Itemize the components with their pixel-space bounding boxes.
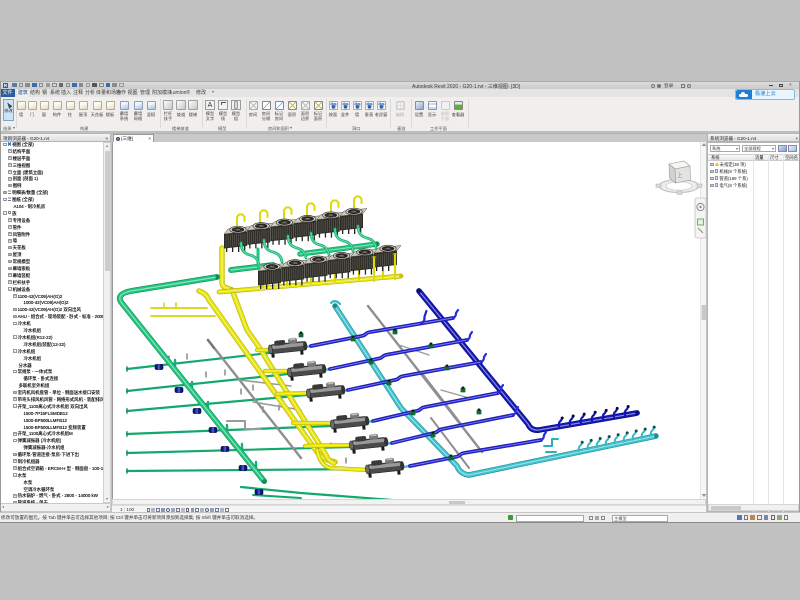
- svg-text:上: 上: [677, 172, 682, 179]
